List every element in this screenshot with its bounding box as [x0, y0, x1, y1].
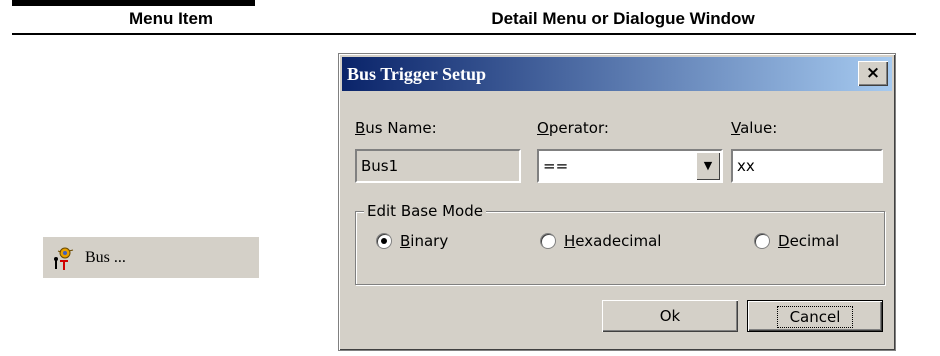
radio-decimal[interactable]: Decimal [754, 232, 839, 250]
group-legend: Edit Base Mode [364, 202, 486, 220]
ok-button[interactable]: Ok [602, 300, 738, 332]
value-input[interactable]: xx [731, 149, 883, 183]
value-label: Value: [731, 119, 778, 137]
operator-label: Operator: [537, 119, 609, 137]
bus-name-field: Bus1 [355, 149, 521, 183]
edit-base-mode-group: Edit Base Mode Binary Hexadecimal Decima… [355, 202, 885, 285]
menu-item-bus[interactable]: Bus ... [43, 237, 259, 278]
bus-trigger-icon [52, 245, 76, 271]
dialog-title: Bus Trigger Setup [347, 64, 487, 84]
radio-unselected-icon [540, 233, 556, 249]
radio-binary[interactable]: Binary [376, 232, 448, 250]
operator-value: == [543, 157, 569, 175]
bus-name-label: Bus Name: [355, 119, 437, 137]
radio-hexadecimal[interactable]: Hexadecimal [540, 232, 661, 250]
radio-unselected-icon [754, 233, 770, 249]
column-header-menu-item: Menu Item [128, 9, 214, 28]
column-header-detail: Detail Menu or Dialogue Window [491, 9, 755, 28]
cancel-button[interactable]: Cancel [747, 300, 883, 332]
close-button[interactable]: × [858, 61, 888, 86]
header-rule [12, 33, 916, 35]
dialog-titlebar[interactable]: Bus Trigger Setup × [342, 57, 892, 91]
operator-select[interactable]: == ▼ [537, 149, 723, 183]
dropdown-arrow-icon[interactable]: ▼ [696, 152, 720, 180]
radio-selected-icon [376, 233, 392, 249]
bus-trigger-setup-dialog: Bus Trigger Setup × Bus Name: Operator: … [338, 53, 896, 351]
menu-item-label: Bus ... [85, 248, 126, 266]
